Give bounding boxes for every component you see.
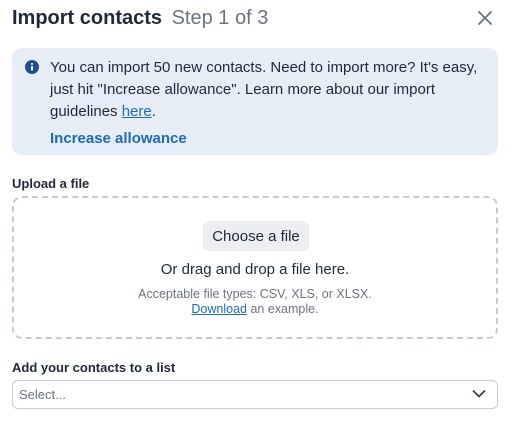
allowance-notice: You can import 50 new contacts. Need to … <box>12 48 498 155</box>
list-select[interactable]: Select... <box>12 380 498 409</box>
upload-label: Upload a file <box>12 176 90 191</box>
accepted-types-text: Acceptable file types: CSV, XLS, or XLSX… <box>138 287 372 301</box>
drag-drop-text: Or drag and drop a file here. <box>160 261 350 278</box>
notice-text: You can import 50 new contacts. Need to … <box>50 57 484 123</box>
chevron-down-icon <box>472 390 486 398</box>
page-title: Import contacts <box>12 7 163 29</box>
notice-message: You can import 50 new contacts. Need to … <box>50 59 478 120</box>
download-example: Download an example. <box>14 302 496 317</box>
file-dropzone[interactable]: Choose a file Or drag and drop a file he… <box>12 196 498 339</box>
download-link[interactable]: Download <box>191 302 247 316</box>
dialog-title: Import contacts Step 1 of 3 <box>12 6 268 30</box>
choose-file-button[interactable]: Choose a file <box>203 221 309 251</box>
close-icon[interactable] <box>475 8 495 28</box>
step-indicator: Step 1 of 3 <box>171 7 269 29</box>
select-placeholder: Select... <box>19 387 66 402</box>
list-label: Add your contacts to a list <box>12 360 176 375</box>
import-contacts-dialog: Import contacts Step 1 of 3 You can impo… <box>0 0 510 425</box>
increase-allowance-link[interactable]: Increase allowance <box>50 130 187 147</box>
download-suffix: an example. <box>247 302 319 316</box>
file-types-info: Acceptable file types: CSV, XLS, or XLSX… <box>14 287 496 317</box>
notice-period: . <box>151 103 156 120</box>
info-icon <box>25 60 39 74</box>
guidelines-link[interactable]: here <box>122 103 152 120</box>
